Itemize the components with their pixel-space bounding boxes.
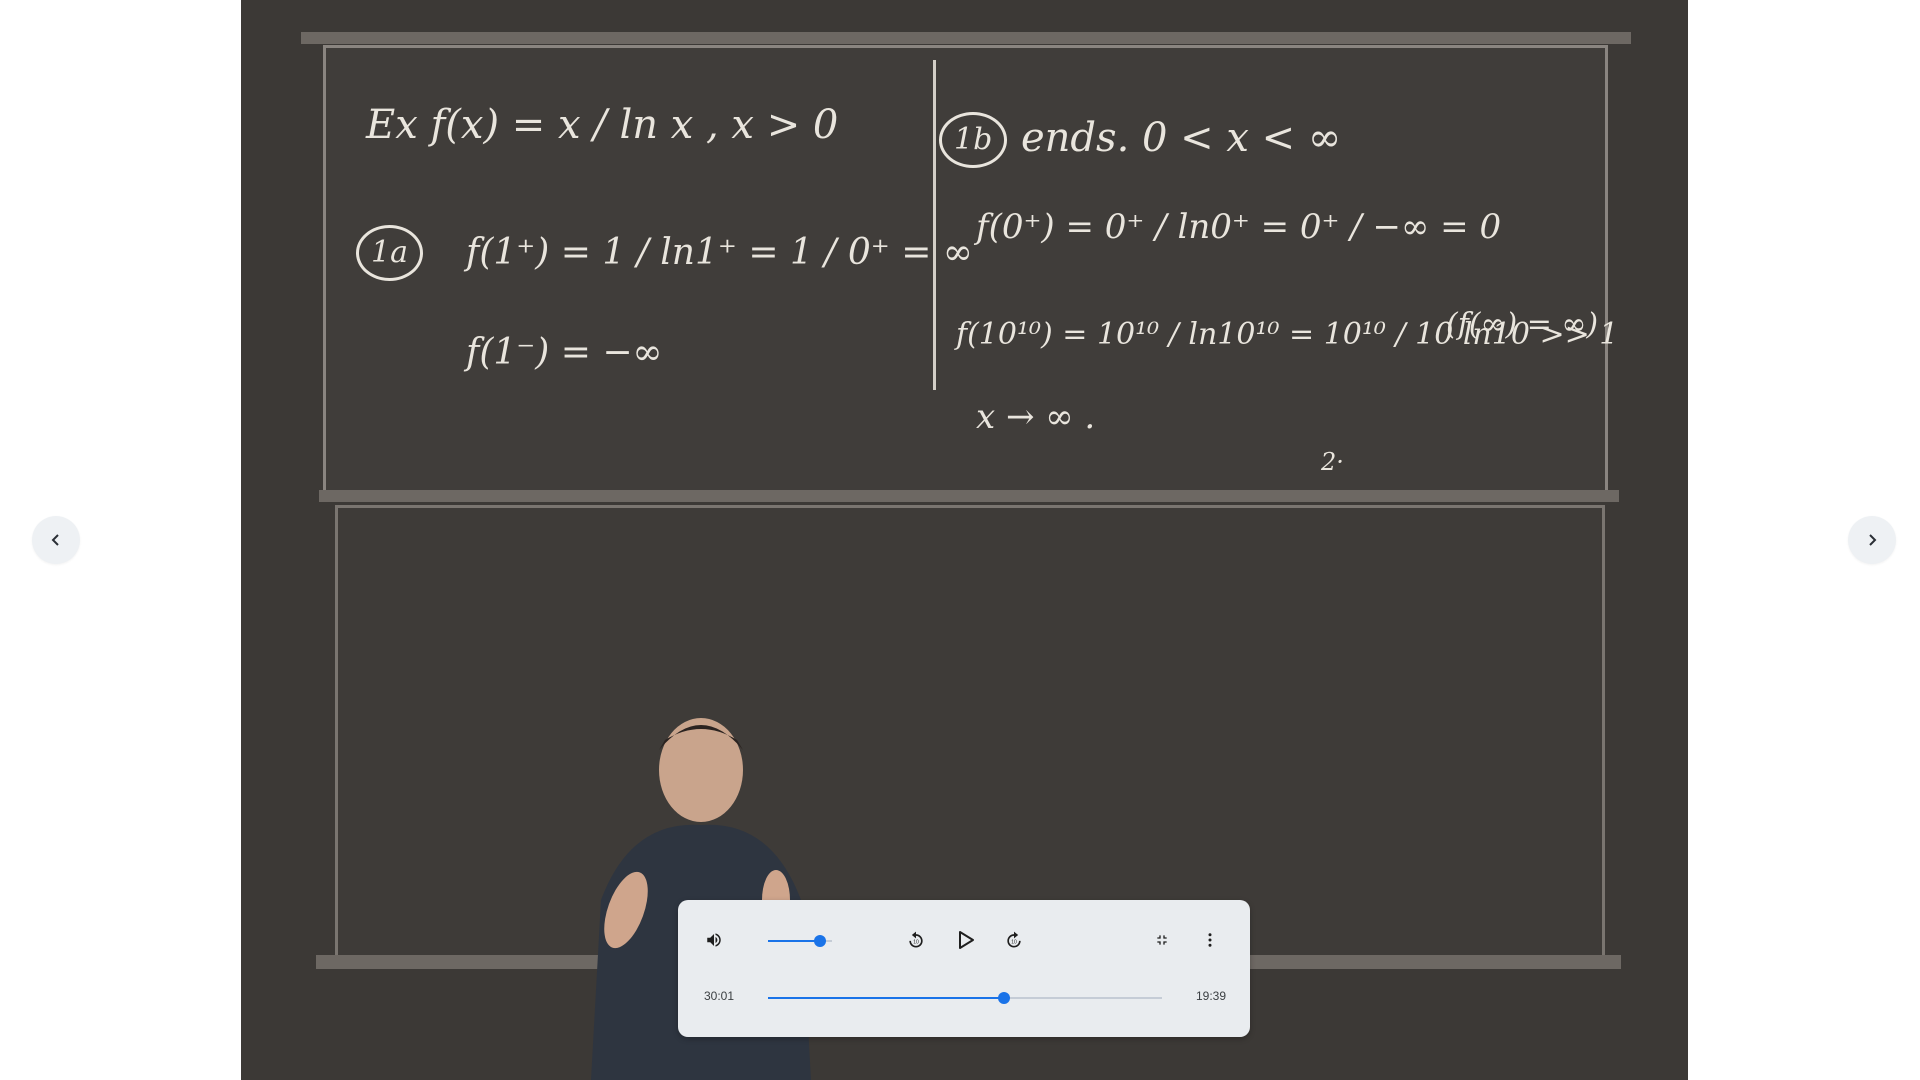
svg-text:10: 10 [913, 939, 919, 945]
chevron-left-icon [49, 527, 63, 553]
chalkboard-lower [335, 505, 1605, 960]
previous-button[interactable] [32, 516, 80, 564]
next-button[interactable] [1848, 516, 1896, 564]
seek-bar-handle[interactable] [998, 992, 1011, 1004]
rewind-10-icon[interactable]: 10 [900, 924, 932, 956]
volume-slider-handle[interactable] [814, 935, 827, 947]
forward-10-icon[interactable]: 10 [998, 924, 1030, 956]
board-line-1a: f(1⁺) = 1 / ln1⁺ = 1 / 0⁺ = ∞ [466, 232, 973, 273]
seek-bar-played [768, 997, 1005, 999]
board-ledge-top [301, 32, 1631, 44]
board-title-line: Ex f(x) = x / ln x , x > 0 [366, 102, 839, 148]
step-1b-badge: 1b [939, 112, 1008, 168]
board-line-x-to-inf: x → ∞ . [976, 397, 1096, 437]
step-1a-badge: 1a [356, 225, 423, 281]
board-note-approx: 2· [1321, 448, 1344, 476]
board-divider [933, 60, 936, 390]
board-line-1a-minus: f(1⁻) = −∞ [466, 332, 663, 373]
exit-fullscreen-icon[interactable] [1146, 924, 1178, 956]
volume-slider-fill [768, 940, 821, 942]
play-icon[interactable] [948, 922, 984, 958]
board-line-ends: ends. 0 < x < ∞ [1021, 115, 1342, 161]
chevron-right-icon [1865, 527, 1879, 553]
duration-time: 19:39 [1196, 989, 1227, 1003]
board-line-0plus: f(0⁺) = 0⁺ / ln0⁺ = 0⁺ / −∞ = 0 [976, 207, 1502, 247]
current-time: 30:01 [704, 989, 735, 1003]
more-vert-icon[interactable] [1194, 924, 1226, 956]
board-ledge-middle [319, 490, 1619, 502]
svg-text:10: 10 [1011, 939, 1017, 945]
volume-slider[interactable] [768, 935, 832, 947]
volume-icon[interactable] [698, 924, 730, 956]
seek-bar[interactable] [768, 992, 1162, 1004]
board-line-finf: (f(∞) = ∞) [1446, 307, 1599, 342]
video-controls: 10 10 30:01 19:39 [678, 900, 1250, 1037]
